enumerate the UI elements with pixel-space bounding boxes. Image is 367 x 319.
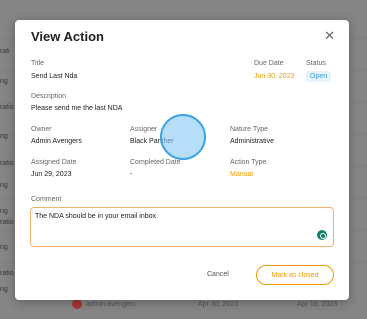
mark-as-closed-label: Mark as closed — [271, 271, 319, 279]
title-label: Title — [31, 60, 44, 67]
title-value: Send Last Nda — [31, 73, 78, 80]
action-type-value: Manual — [230, 171, 253, 178]
status-label: Status — [306, 60, 326, 67]
nature-type-label: Nature Type — [230, 126, 269, 133]
view-action-modal: View Action ✕ Title Send Last Nda Due Da… — [15, 20, 349, 300]
avatar — [72, 299, 82, 309]
comment-input[interactable]: The NDA should be in your email inbox. — [30, 207, 334, 247]
cancel-button[interactable]: Cancel — [207, 271, 229, 278]
bg-name: admin avengers — [86, 301, 136, 308]
bg-date: Apr 30, 2023 — [198, 301, 239, 308]
due-date-label: Due Date — [254, 60, 284, 67]
action-type-label: Action Type — [230, 159, 267, 166]
status-badge: Open — [306, 71, 332, 82]
comment-value: The NDA should be in your email inbox. — [35, 213, 158, 220]
assigned-date-value: Jun 29, 2023 — [31, 171, 72, 178]
comment-label: Comment — [31, 196, 62, 203]
completed-date-label: Completed Date — [130, 159, 181, 166]
description-value: Please send me the last NDA — [31, 105, 123, 112]
owner-label: Owner — [31, 126, 52, 133]
bg-date: Apr 16, 2023 — [297, 301, 338, 308]
nature-type-value: Administrative — [230, 138, 274, 145]
close-icon[interactable]: ✕ — [324, 28, 335, 44]
modal-title: View Action — [31, 29, 104, 44]
completed-date-value: - — [130, 171, 133, 178]
grammar-check-icon[interactable] — [317, 230, 327, 240]
touch-indicator — [160, 114, 206, 160]
mark-as-closed-button[interactable]: Mark as closed — [256, 265, 334, 285]
assigner-label: Assigner — [130, 126, 158, 133]
description-label: Description — [31, 93, 67, 100]
due-date-value: Jun 30, 2023 — [254, 73, 295, 80]
assigned-date-label: Assigned Date — [31, 159, 77, 166]
owner-value: Admin Avengers — [31, 138, 82, 145]
